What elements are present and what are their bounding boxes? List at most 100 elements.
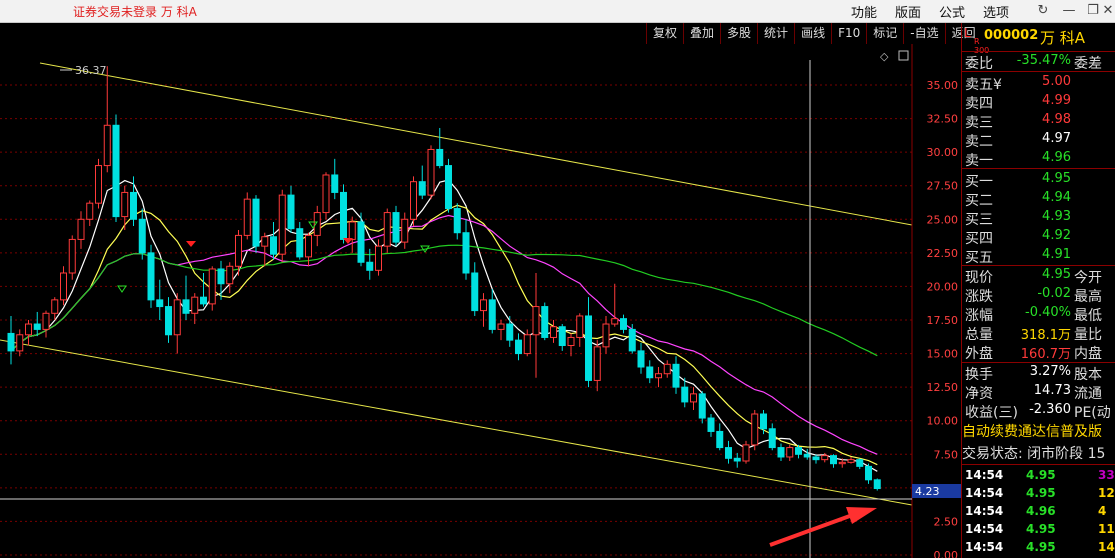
menu-formula[interactable]: 公式 — [939, 2, 965, 21]
buy5-price: 4.91 — [1042, 247, 1071, 262]
y-tick-label: 10.00 — [927, 415, 959, 428]
sell-level-1: 卖一 4.96 — [965, 150, 1071, 169]
close-icon[interactable]: ✕ — [1098, 2, 1115, 19]
kline-chart[interactable]: 35.00 32.50 30.00 27.50 25.00 22.50 20.00 17.50… — [0, 44, 961, 558]
buy4-price: 4.92 — [1042, 228, 1071, 243]
candle-up — [751, 413, 759, 446]
y-tick-label: 35.00 — [927, 79, 959, 92]
candlestick-series — [7, 66, 881, 491]
candle-down — [672, 363, 680, 388]
divider — [962, 464, 1115, 465]
candle-up — [786, 447, 794, 458]
candle-down — [7, 332, 15, 352]
candle-up — [86, 202, 94, 220]
candle-down — [628, 328, 636, 352]
candle-up — [663, 363, 671, 375]
candle-down — [418, 181, 426, 196]
menu-layout[interactable]: 版面 — [895, 2, 921, 21]
toolbar-f10-button[interactable]: F10 — [831, 23, 866, 44]
toolbar-mark-button[interactable]: 标记 — [866, 23, 903, 44]
high-label: 36.37 — [60, 64, 107, 77]
y-tick-label: 30.00 — [927, 146, 959, 159]
stock-code: 000002 — [984, 28, 1039, 43]
candle-down — [681, 386, 689, 403]
candle-down — [733, 457, 741, 462]
minimize-icon[interactable]: — — [1059, 2, 1079, 19]
candle-up — [60, 272, 67, 301]
candle-down — [558, 326, 566, 347]
chart-options-icon[interactable] — [898, 50, 909, 61]
candle-up — [25, 323, 32, 336]
candle-down — [873, 479, 881, 490]
candle-up — [375, 245, 382, 271]
toolbar-overlay-button[interactable]: 叠加 — [683, 23, 720, 44]
candle-down — [760, 413, 767, 430]
sell5-price: 5.00 — [1042, 74, 1071, 89]
toolbar-multistock-button[interactable]: 多股 — [720, 23, 757, 44]
weicha-label: 委差 — [1074, 56, 1102, 72]
candle-up — [77, 218, 85, 240]
candle-up — [16, 334, 24, 352]
weibi-row: 委比 -35.47% 委差 — [962, 52, 1115, 72]
candle-up — [602, 323, 610, 348]
menu-options[interactable]: 选项 — [983, 2, 1009, 21]
toolbar-drawline-button[interactable]: 画线 — [794, 23, 831, 44]
candle-up — [532, 306, 540, 336]
menu-function[interactable]: 功能 — [851, 2, 877, 21]
candle-up — [401, 218, 409, 243]
candle-up — [567, 336, 575, 347]
toolbar-watchlist-button[interactable]: -自选 — [903, 23, 944, 44]
candle-down — [147, 252, 155, 301]
candle-down — [777, 447, 785, 458]
candle-down — [725, 447, 732, 459]
divider — [962, 71, 1115, 72]
candle-down — [812, 456, 820, 461]
candle-down — [357, 221, 365, 263]
service-notice-link[interactable]: 自动续费通达信普及版 — [962, 421, 1115, 441]
sell1-price: 4.96 — [1042, 150, 1071, 165]
candle-down — [287, 194, 295, 230]
candle-up — [742, 444, 750, 462]
candle-up — [42, 312, 50, 330]
candle-up — [51, 299, 59, 314]
candle-up — [226, 265, 234, 285]
fund-row-netasset: 净资 14.73 流通 — [965, 383, 1102, 402]
fund-row-turnover: 换手 3.27% 股本 — [965, 364, 1102, 383]
candle-down — [270, 236, 277, 255]
buy-level-3: 买三 4.93 — [965, 209, 1071, 228]
candle-down — [471, 272, 479, 312]
candle-up — [497, 323, 505, 330]
upper-trend-line — [39, 62, 913, 226]
tick-row: 14:54 4.95 12 — [965, 486, 1115, 500]
candle-up — [655, 373, 662, 379]
candle-down — [436, 148, 444, 167]
candle-down — [865, 465, 872, 481]
candle-up — [235, 234, 242, 267]
candle-up — [305, 234, 312, 258]
candle-down — [130, 191, 137, 220]
toolbar-fuquan-button[interactable]: 复权 — [646, 23, 683, 44]
candle-up — [278, 194, 286, 255]
candle-down — [112, 124, 120, 218]
refresh-icon[interactable]: ↻ — [1033, 2, 1053, 19]
y-tick-label: 20.00 — [927, 280, 959, 293]
candle-up — [121, 191, 129, 218]
toolbar-stats-button[interactable]: 统计 — [757, 23, 794, 44]
tick-row: 14:54 4.95 33 — [965, 468, 1115, 482]
sell-level-2: 卖二 4.97 — [965, 131, 1071, 150]
candle-up — [208, 268, 216, 305]
candle-down — [506, 323, 514, 341]
candle-up — [410, 181, 417, 220]
diamond-icon[interactable]: ◇ — [880, 50, 889, 63]
candle-up — [103, 124, 111, 167]
buy3-price: 4.93 — [1042, 209, 1071, 224]
candle-up — [550, 326, 557, 338]
candle-up — [611, 318, 619, 325]
sell-level-4: 卖四 4.99 — [965, 93, 1071, 112]
quote-row-outer: 外盘 160.7万 内盘 — [965, 346, 1102, 362]
buy2-price: 4.94 — [1042, 190, 1071, 205]
candle-down — [620, 318, 627, 330]
candle-down — [698, 393, 706, 419]
candle-down — [716, 430, 724, 449]
y-tick-label: 27.50 — [927, 180, 959, 193]
